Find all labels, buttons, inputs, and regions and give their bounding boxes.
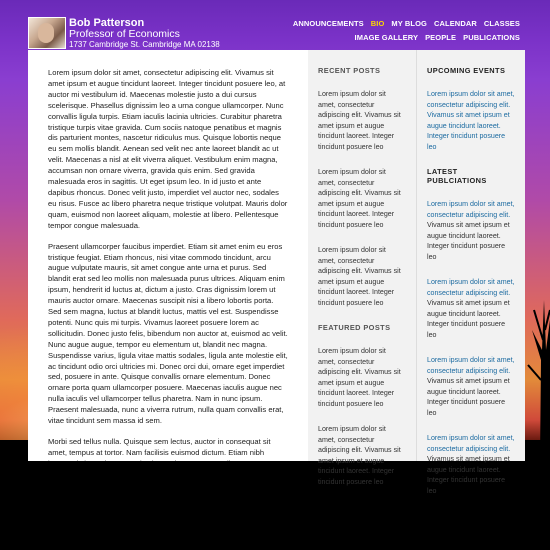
publication-text: Vivamus sit amet ipsum et augue tincidun…: [427, 455, 510, 495]
bio-paragraph: Praesent ullamcorper faucibus imperdiet.…: [48, 241, 288, 426]
publication-text: Vivamus sit amet ipsum et augue tincidun…: [427, 377, 510, 417]
sidebar-events-column: UPCOMING EVENTS Lorem ipsum dolor sit am…: [416, 50, 525, 495]
avatar: [28, 17, 66, 49]
nav-publications[interactable]: PUBLICATIONS: [463, 33, 520, 42]
nav-people[interactable]: PEOPLE: [425, 33, 456, 42]
publication-link[interactable]: Lorem ipsum dolor sit amet, consectetur …: [427, 200, 515, 219]
publication-text: Vivamus sit amet ipsum et augue tincidun…: [427, 221, 510, 261]
nav-my-blog[interactable]: MY BLOG: [391, 19, 427, 28]
bio-paragraph: Lorem ipsum dolor sit amet, consectetur …: [48, 68, 288, 230]
sidebar: RECENT POSTS Lorem ipsum dolor sit amet,…: [308, 50, 525, 495]
upcoming-events-heading: UPCOMING EVENTS: [427, 66, 506, 75]
nav-image-gallery[interactable]: IMAGE GALLERY: [355, 33, 419, 42]
recent-post-item[interactable]: Lorem ipsum dolor sit amet, consectetur …: [318, 245, 405, 308]
nav-calendar[interactable]: CALENDAR: [434, 19, 477, 28]
person-address: 1737 Cambridge St. Cambridge MA 02138: [69, 40, 220, 49]
publication-text: Vivamus sit amet ipsum et augue tincidun…: [427, 299, 510, 339]
recent-posts-heading: RECENT POSTS: [318, 66, 381, 75]
publication-item: Lorem ipsum dolor sit amet, consectetur …: [427, 355, 515, 418]
featured-posts-heading: FEATURED POSTS: [318, 323, 391, 332]
primary-nav: ANNOUNCEMENTS BIO MY BLOG CALENDAR CLASS…: [293, 19, 520, 28]
main-content: Lorem ipsum dolor sit amet, consectetur …: [28, 50, 308, 461]
person-title: Professor of Economics: [69, 28, 180, 40]
publication-link[interactable]: Lorem ipsum dolor sit amet, consectetur …: [427, 434, 515, 453]
sidebar-posts-column: RECENT POSTS Lorem ipsum dolor sit amet,…: [308, 50, 415, 486]
publication-link[interactable]: Lorem ipsum dolor sit amet, consectetur …: [427, 278, 515, 297]
publication-item: Lorem ipsum dolor sit amet, consectetur …: [427, 199, 515, 262]
recent-post-item[interactable]: Lorem ipsum dolor sit amet, consectetur …: [318, 167, 405, 230]
featured-post-item[interactable]: Lorem ipsum dolor sit amet, consectetur …: [318, 346, 405, 409]
nav-classes[interactable]: CLASSES: [484, 19, 520, 28]
upcoming-event-item: Lorem ipsum dolor sit amet, consectetur …: [427, 89, 515, 152]
publication-link[interactable]: Lorem ipsum dolor sit amet, consectetur …: [427, 356, 515, 375]
secondary-nav: IMAGE GALLERY PEOPLE PUBLICATIONS: [355, 33, 520, 42]
bio-paragraph: Morbi sed tellus nulla. Quisque sem lect…: [48, 437, 273, 461]
nav-announcements[interactable]: ANNOUNCEMENTS: [293, 19, 364, 28]
publication-item: Lorem ipsum dolor sit amet, consectetur …: [427, 277, 515, 340]
featured-post-item[interactable]: Lorem ipsum dolor sit amet, consectetur …: [318, 424, 405, 487]
upcoming-event-link[interactable]: Lorem ipsum dolor sit amet, consectetur …: [427, 90, 515, 151]
site-header: Bob Patterson Professor of Economics 173…: [0, 0, 550, 50]
recent-post-item[interactable]: Lorem ipsum dolor sit amet, consectetur …: [318, 89, 405, 152]
latest-publications-heading: LATEST PUBLCIATIONS: [427, 167, 487, 185]
nav-bio[interactable]: BIO: [371, 19, 385, 28]
publication-item: Lorem ipsum dolor sit amet, consectetur …: [427, 433, 515, 496]
